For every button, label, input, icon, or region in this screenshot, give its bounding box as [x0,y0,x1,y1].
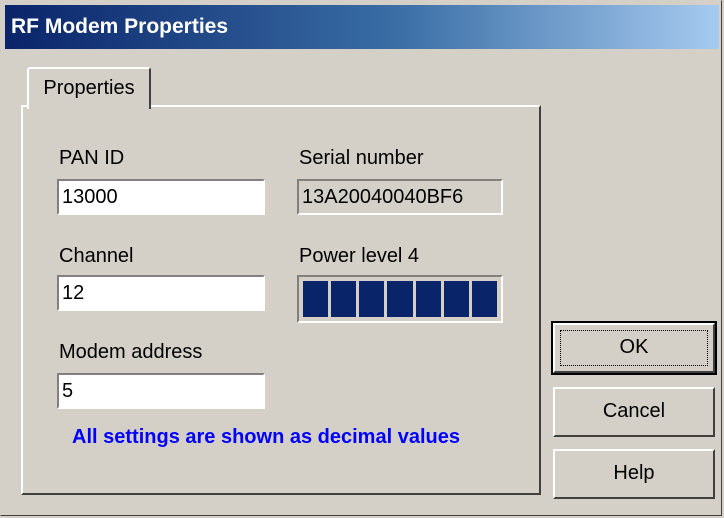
tab-label: Properties [43,77,135,99]
modem-address-field[interactable]: 5 [57,373,265,409]
serial-number-field: 13A20040040BF6 [297,179,503,215]
serial-number-label: Serial number [299,147,424,169]
power-segment [331,281,357,317]
power-segment [471,281,497,317]
power-segment [387,281,413,317]
channel-label: Channel [59,245,134,267]
power-segment [359,281,385,317]
pan-id-field[interactable]: 13000 [57,179,265,215]
help-button-label: Help [613,462,655,484]
power-level-label: Power level 4 [299,245,420,267]
power-segment [443,281,469,317]
ok-button-label: OK [619,336,649,358]
cancel-button-label: Cancel [602,400,666,422]
modem-address-label: Modem address [59,341,203,363]
power-segment [303,281,329,317]
ok-button[interactable]: OK [551,321,717,375]
tab-properties[interactable]: Properties [27,67,151,109]
cancel-button[interactable]: Cancel [553,387,715,437]
window-title: RF Modem Properties [11,15,229,38]
title-bar[interactable]: RF Modem Properties [5,5,719,49]
pan-id-label: PAN ID [59,147,125,169]
help-button[interactable]: Help [553,449,715,499]
channel-field[interactable]: 12 [57,275,265,311]
decimal-values-note: All settings are shown as decimal values [72,426,460,448]
power-level-meter [297,275,503,323]
power-segment [415,281,441,317]
dialog-window: RF Modem Properties Properties PAN ID 13… [0,0,722,516]
